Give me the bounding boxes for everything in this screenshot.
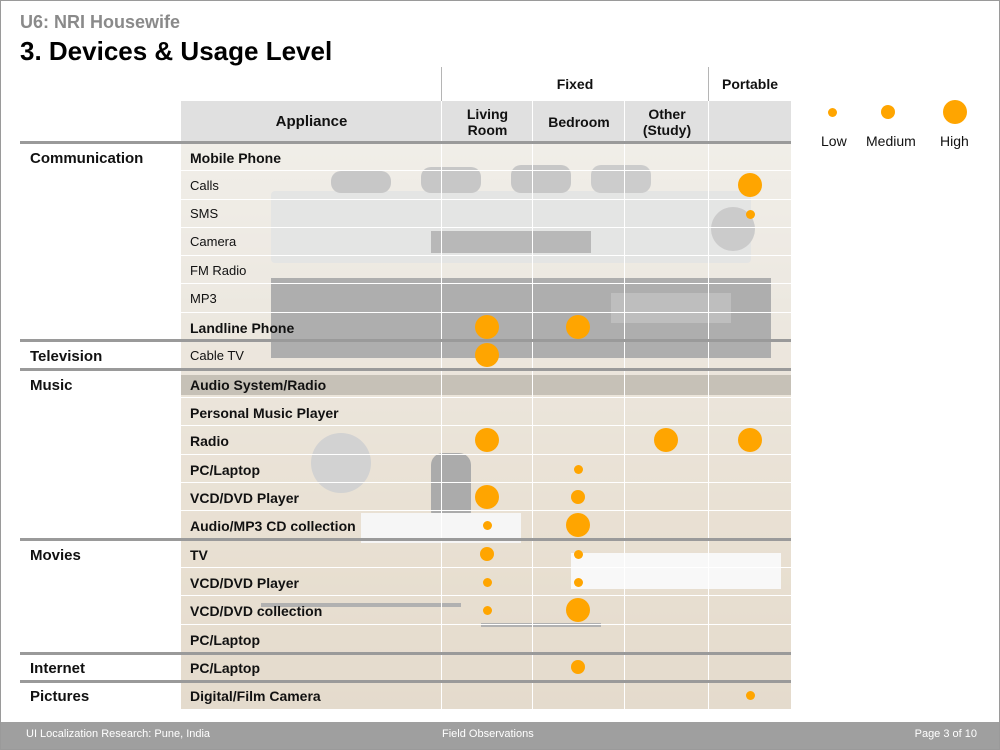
slide-subtitle: U6: NRI Housewife <box>20 12 181 32</box>
category-divider <box>20 339 791 342</box>
column-header-bedroom: Bedroom <box>548 113 610 130</box>
appliance-label: Audio System/Radio <box>190 377 327 393</box>
footer-bar: UI Localization Research: Pune, India Fi… <box>1 722 999 749</box>
group-fixed-label: Fixed <box>556 76 594 92</box>
usage-dot-low <box>482 605 492 615</box>
category-television: Television <box>30 348 103 365</box>
usage-dot-low <box>745 690 755 700</box>
usage-dot-medium <box>571 490 585 504</box>
category-internet: Internet <box>30 660 86 677</box>
usage-dot-medium <box>480 547 494 561</box>
appliance-label: VCD/DVD Player <box>190 490 299 506</box>
appliance-label: Personal Music Player <box>190 405 339 421</box>
column-header-appliance: Appliance <box>275 112 348 130</box>
usage-dot-low <box>482 520 492 530</box>
category-divider <box>20 141 791 144</box>
footer-center-text: Field Observations <box>442 728 534 740</box>
column-divider <box>532 101 533 709</box>
legend-low-label: Low <box>821 133 847 149</box>
usage-dot-high <box>475 485 499 509</box>
usage-dot-high <box>738 173 762 197</box>
row-divider <box>181 255 791 256</box>
usage-dot-high <box>566 513 590 537</box>
usage-dot-medium <box>571 660 585 674</box>
usage-dot-high <box>475 428 499 452</box>
usage-dot-low <box>745 209 755 219</box>
footer-page-number: Page 3 of 10 <box>914 728 977 740</box>
category-divider <box>20 368 791 371</box>
appliance-label: TV <box>190 547 208 563</box>
usage-dot-high <box>654 428 678 452</box>
usage-dot-low <box>573 549 583 559</box>
legend-medium-label: Medium <box>866 133 916 149</box>
appliance-label: VCD/DVD collection <box>190 603 323 619</box>
row-divider <box>181 425 791 426</box>
appliance-label: VCD/DVD Player <box>190 575 299 591</box>
appliance-label: Calls <box>190 178 219 193</box>
appliance-label: PC/Laptop <box>190 632 260 648</box>
legend-high-dot <box>943 100 967 124</box>
column-divider <box>441 101 442 709</box>
footer-left-text: UI Localization Research: Pune, India <box>26 728 211 740</box>
usage-dot-high <box>475 315 499 339</box>
appliance-label: Mobile Phone <box>190 150 281 166</box>
usage-dot-high <box>566 598 590 622</box>
usage-dot-high <box>738 428 762 452</box>
row-divider <box>181 199 791 200</box>
category-divider <box>20 680 791 683</box>
legend-medium-dot <box>881 105 895 119</box>
appliance-label: SMS <box>190 206 219 221</box>
appliance-label: Camera <box>190 234 237 249</box>
category-movies: Movies <box>30 547 81 564</box>
usage-dot-low <box>482 577 492 587</box>
row-divider <box>181 482 791 483</box>
row-divider <box>181 454 791 455</box>
category-divider <box>20 538 791 541</box>
row-divider <box>181 170 791 171</box>
appliance-label: Radio <box>190 433 229 449</box>
appliance-label: Digital/Film Camera <box>190 688 321 704</box>
row-divider <box>181 283 791 284</box>
category-communication: Communication <box>30 150 144 167</box>
category-divider <box>20 652 791 655</box>
row-divider <box>181 510 791 511</box>
appliance-label: PC/Laptop <box>190 660 260 676</box>
column-header-other-study: Other (Study) <box>625 101 709 142</box>
usage-dot-low <box>573 464 583 474</box>
slide-title: 3. Devices & Usage Level <box>20 36 333 66</box>
appliance-label: FM Radio <box>190 263 247 278</box>
row-divider <box>181 624 791 625</box>
row-divider <box>181 312 791 313</box>
category-pictures: Pictures <box>30 688 90 705</box>
column-header-living-room: Living Room <box>442 101 533 142</box>
appliance-label: Cable TV <box>190 348 244 363</box>
appliance-label: PC/Laptop <box>190 462 260 478</box>
legend-high-label: High <box>940 133 969 149</box>
group-portable-label: Portable <box>721 76 778 92</box>
usage-dot-low <box>573 577 583 587</box>
row-divider <box>181 397 791 398</box>
appliance-label: MP3 <box>190 291 217 306</box>
column-divider <box>624 101 625 709</box>
appliance-label: Landline Phone <box>190 320 295 336</box>
appliance-label: Audio/MP3 CD collection <box>190 518 356 534</box>
row-divider <box>181 567 791 568</box>
legend-low-dot <box>828 108 837 117</box>
column-header-living-room-text: Living Room <box>466 105 509 138</box>
row-divider <box>181 595 791 596</box>
row-divider <box>181 227 791 228</box>
usage-dot-high <box>566 315 590 339</box>
usage-dot-high <box>475 343 499 367</box>
column-divider <box>708 101 709 709</box>
category-music: Music <box>30 377 73 394</box>
column-header-other-study-text: Other (Study) <box>642 105 692 138</box>
